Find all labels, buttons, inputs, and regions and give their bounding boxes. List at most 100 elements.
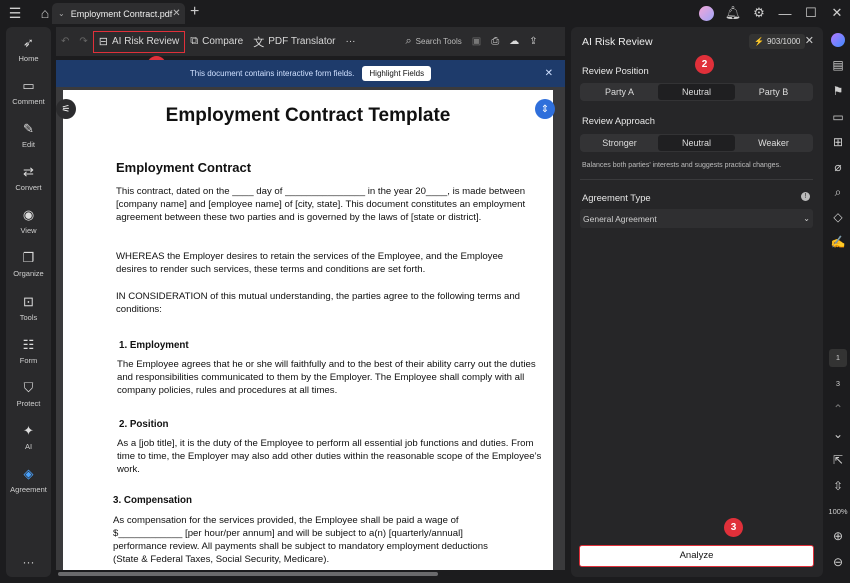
document-heading: Employment Contract [116, 160, 252, 175]
gear-icon[interactable]: ⚙ [746, 5, 772, 21]
horizontal-scrollbar[interactable] [58, 572, 438, 576]
avatar[interactable] [699, 5, 714, 21]
tab-title: Employment Contract.pdf [70, 8, 173, 19]
approach-weaker[interactable]: Weaker [735, 135, 812, 151]
zoom-out-icon[interactable]: ⊖ [826, 555, 850, 569]
fields-icon[interactable]: ⊞ [826, 135, 850, 149]
highlight-fields-button[interactable]: Highlight Fields [362, 66, 432, 81]
position-party-a[interactable]: Party A [581, 84, 658, 100]
document-viewer[interactable]: Employment Contract Template Employment … [56, 87, 565, 570]
nav-view[interactable]: ◉ View [6, 207, 51, 235]
edit-icon: ✎ [23, 121, 34, 136]
nav-edit[interactable]: ✎ Edit [6, 121, 51, 149]
bolt-icon: ⚡ [754, 37, 764, 46]
bookmark-icon[interactable]: ⚑ [826, 84, 850, 98]
review-position-label: Review Position [582, 65, 649, 76]
eye-icon: ◉ [22, 207, 35, 222]
print-icon[interactable]: ⎙ [486, 31, 504, 53]
bell-icon[interactable]: 🔔︎ [720, 5, 746, 21]
signature-icon[interactable]: ✍ [826, 235, 850, 249]
review-position-selector: Party A Neutral Party B [580, 83, 813, 101]
search-icon: ⌕ [405, 35, 412, 47]
page-current[interactable]: 1 [829, 349, 847, 367]
approach-neutral[interactable]: Neutral [658, 135, 735, 151]
new-tab-button[interactable]: + [190, 3, 199, 21]
nav-agreement[interactable]: ◈ Agreement [6, 466, 51, 494]
translate-icon: 文 [253, 36, 265, 49]
document-tab[interactable]: ⌄ Employment Contract.pdf ✕ [52, 3, 185, 24]
page-total: 3 [835, 379, 841, 388]
zoom-in-icon[interactable]: ⊕ [826, 529, 850, 543]
ai-agent-icon[interactable] [826, 33, 850, 50]
position-neutral[interactable]: Neutral [658, 84, 735, 100]
rocket-icon: ➶ [23, 35, 34, 50]
comments-icon[interactable]: ▭ [826, 110, 850, 124]
close-window-icon[interactable]: ✕ [824, 5, 850, 21]
zoom-level[interactable]: 100% [826, 507, 850, 516]
section-1-title: 1. Employment [119, 340, 189, 351]
position-party-b[interactable]: Party B [735, 84, 812, 100]
nav-protect[interactable]: ⛉ Protect [6, 380, 51, 408]
save-icon[interactable]: ▣ [467, 31, 486, 53]
nav-organize[interactable]: ❐ Organize [6, 250, 51, 278]
pdf-translator-button[interactable]: 文 PDF Translator [248, 31, 340, 53]
agreement-icon: ◈ [23, 466, 34, 481]
analyze-button[interactable]: Analyze [579, 545, 814, 567]
form-fields-notice: This document contains interactive form … [56, 60, 565, 87]
nav-tools[interactable]: ⊡ Tools [6, 294, 51, 322]
search-tools-input[interactable]: ⌕ Search Tools [401, 31, 467, 53]
paragraph-3: IN CONSIDERATION of this mutual understa… [116, 291, 521, 315]
compare-button[interactable]: ⧉ Compare [185, 31, 248, 53]
section-3-title: 3. Compensation [113, 495, 192, 506]
more-nav-icon[interactable]: ··· [6, 555, 51, 569]
shield-icon: ⛉ [23, 380, 34, 395]
info-icon[interactable]: ! [801, 192, 810, 201]
thumbnails-icon[interactable]: ▤ [826, 58, 850, 72]
fit-width-icon[interactable]: ⇳ [826, 479, 850, 493]
agreement-type-select[interactable]: General Agreement ⌄ [580, 209, 813, 228]
nav-ai[interactable]: ✦ AI [6, 423, 51, 451]
attachment-icon[interactable]: ⌀ [826, 160, 850, 174]
section-2-title: 2. Position [119, 419, 169, 430]
nav-home[interactable]: ➶ Home [6, 35, 51, 63]
search-icon[interactable]: ⌕ [826, 185, 850, 200]
chevron-down-icon[interactable]: ⌄ [826, 427, 850, 441]
pdf-page: Employment Contract Template Employment … [63, 90, 553, 570]
maximize-icon[interactable]: ☐ [798, 5, 824, 21]
more-tools-button[interactable]: ··· [341, 31, 361, 53]
nav-convert[interactable]: ⇄ Convert [6, 164, 51, 192]
agreement-type-label: Agreement Type [582, 192, 651, 203]
close-notice-icon[interactable]: ✕ [545, 68, 553, 79]
minimize-icon[interactable]: — [772, 6, 798, 21]
review-approach-label: Review Approach [582, 115, 655, 126]
undo-icon[interactable]: ↶ [56, 31, 74, 53]
nav-form[interactable]: ☷ Form [6, 337, 51, 365]
section-1-text: The Employee agrees that he or she will … [117, 359, 536, 396]
convert-icon: ⇄ [23, 164, 34, 179]
select-cursor-icon[interactable]: ⇱ [826, 453, 850, 467]
paragraph-1: This contract, dated on the ____ day of … [116, 186, 526, 223]
fit-page-icon[interactable]: ⇕ [535, 99, 555, 119]
redo-icon[interactable]: ↷ [74, 31, 92, 53]
chevron-down-icon: ⌄ [803, 214, 810, 223]
share-icon[interactable]: ⇪ [524, 31, 542, 53]
left-sidebar: ➶ Home ▭ Comment ✎ Edit ⇄ Convert ◉ View ❐ Org… [6, 27, 51, 577]
panel-title: AI Risk Review [582, 36, 653, 48]
menu-icon[interactable]: ☰ [0, 0, 30, 26]
right-rail: ▤ ⚑ ▭ ⊞ ⌀ ⌕ ◇ ✍ 1 3 ⌃ ⌄ ⇱ ⇳ 100% ⊕ ⊖ [826, 27, 850, 577]
form-settings-icon[interactable]: ⚟ [56, 99, 76, 119]
ai-risk-review-button[interactable]: ⊟ AI Risk Review [92, 30, 186, 53]
close-tab-icon[interactable]: ✕ [172, 8, 180, 19]
approach-stronger[interactable]: Stronger [581, 135, 658, 151]
section-2-text: As a [job title], it is the duty of the … [117, 438, 542, 475]
close-panel-icon[interactable]: ✕ [805, 34, 814, 47]
nav-comment[interactable]: ▭ Comment [6, 78, 51, 106]
cloud-upload-icon[interactable]: ☁ [504, 31, 524, 53]
step-badge-3: 3 [724, 518, 743, 537]
top-toolbar: ↶ ↷ ⊟ AI Risk Review ⧉ Compare 文 PDF Transl… [56, 27, 565, 56]
divider [580, 179, 813, 180]
organize-icon: ❐ [22, 250, 35, 265]
layers-icon[interactable]: ◇ [826, 210, 850, 224]
chevron-up-icon[interactable]: ⌃ [826, 402, 850, 416]
credits-badge: ⚡ 903/1000 [749, 34, 806, 49]
